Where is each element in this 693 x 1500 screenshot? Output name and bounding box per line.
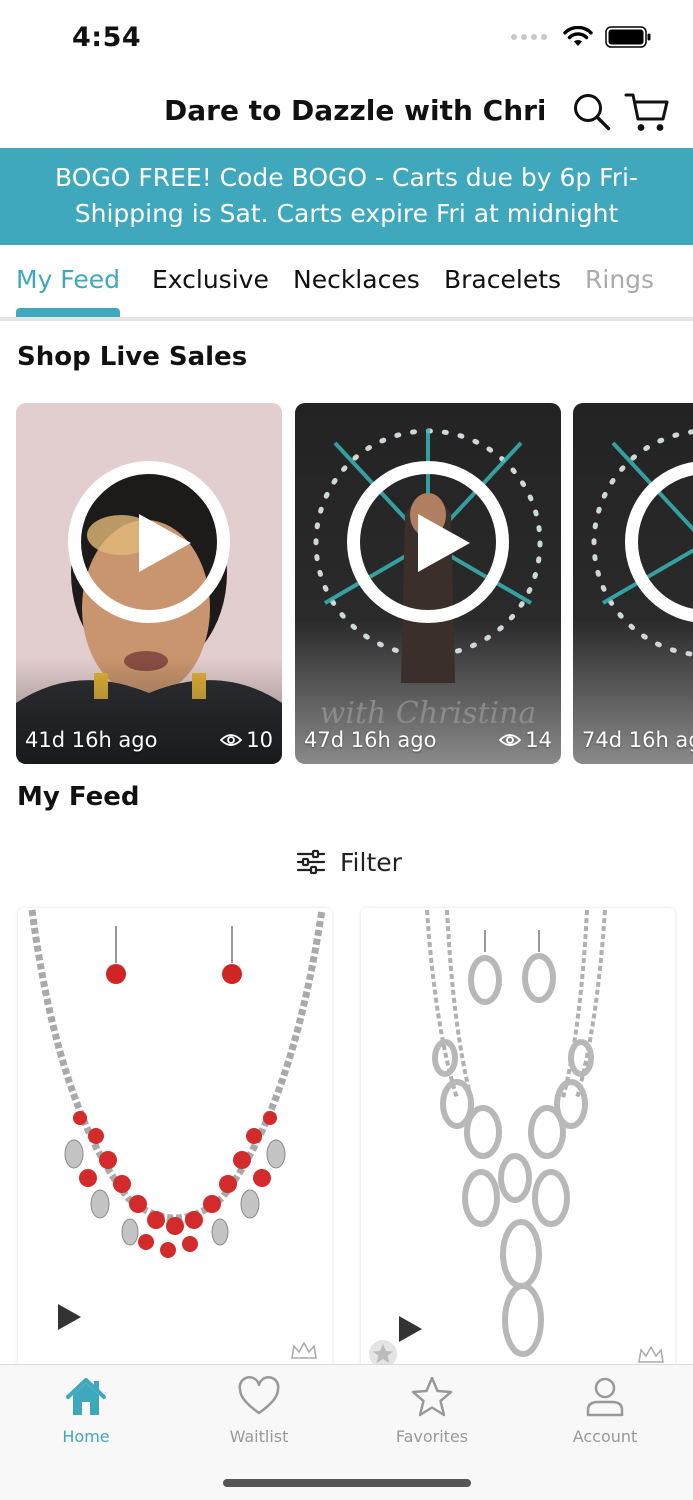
active-tab-indicator: [16, 308, 120, 317]
nav-waitlist[interactable]: Waitlist: [199, 1375, 319, 1446]
crown-logo-icon: [638, 1345, 664, 1363]
product-image-silver-necklace: [425, 909, 607, 1357]
live-sales-title: Shop Live Sales: [17, 342, 248, 372]
crown-logo-icon: [291, 1341, 317, 1359]
eye-icon: [220, 734, 243, 746]
search-icon[interactable]: [572, 92, 612, 132]
svg-text:with Christina: with Christina: [320, 696, 537, 731]
battery-icon: [605, 26, 651, 48]
home-icon: [66, 1378, 106, 1415]
live-sale-age: 41d 16h ago: [25, 728, 158, 752]
heart-icon: [238, 1376, 280, 1415]
live-sale-views: 14: [499, 728, 552, 752]
cellular-signal-icon: [511, 34, 547, 40]
live-sale-views: 10: [220, 728, 273, 752]
play-icon[interactable]: [68, 461, 230, 623]
status-icons: [511, 26, 651, 48]
nav-home-label: Home: [62, 1427, 110, 1446]
filter-button[interactable]: Filter: [296, 843, 402, 881]
account-icon: [586, 1377, 624, 1417]
tab-exclusive[interactable]: Exclusive: [152, 265, 269, 294]
wifi-icon: [563, 26, 593, 46]
star-icon: [411, 1376, 453, 1417]
live-sale-card[interactable]: with Christina 47d 16h ago 14: [295, 403, 561, 764]
promo-text: BOGO FREE! Code BOGO - Carts due by 6p F…: [54, 163, 638, 228]
play-icon[interactable]: [58, 1304, 81, 1330]
nav-home[interactable]: Home: [26, 1375, 146, 1446]
live-sale-age: 47d 16h ago: [304, 728, 437, 752]
tab-bracelets[interactable]: Bracelets: [444, 265, 561, 294]
cart-icon[interactable]: [624, 90, 670, 134]
nav-account[interactable]: Account: [545, 1375, 665, 1446]
product-card[interactable]: [361, 908, 675, 1378]
play-icon[interactable]: [347, 461, 509, 623]
status-bar: 4:54: [0, 0, 693, 80]
nav-account-label: Account: [572, 1427, 638, 1446]
home-indicator: [223, 1479, 471, 1487]
live-sale-age: 74d 16h ago: [582, 728, 693, 752]
nav-favorites-label: Favorites: [395, 1427, 469, 1446]
tab-my-feed[interactable]: My Feed: [16, 265, 120, 294]
tab-rings[interactable]: Rings: [585, 265, 654, 294]
category-tabs: My Feed Exclusive Necklaces Bracelets Ri…: [0, 245, 693, 321]
view-count: 10: [246, 728, 273, 752]
filter-label: Filter: [340, 847, 402, 877]
live-sale-card[interactable]: 74d 16h ago: [573, 403, 693, 764]
eye-icon: [499, 734, 522, 746]
product-card[interactable]: [18, 908, 332, 1378]
nav-waitlist-label: Waitlist: [229, 1427, 289, 1446]
promo-banner[interactable]: BOGO FREE! Code BOGO - Carts due by 6p F…: [0, 148, 693, 245]
play-icon[interactable]: [399, 1316, 422, 1342]
filter-sliders-icon: [296, 849, 326, 875]
nav-favorites[interactable]: Favorites: [372, 1375, 492, 1446]
feed-title: My Feed: [17, 782, 140, 812]
store-title: Dare to Dazzle with Chri...: [164, 94, 544, 127]
view-count: 14: [525, 728, 552, 752]
app-header: Dare to Dazzle with Chri...: [0, 80, 693, 148]
tab-necklaces[interactable]: Necklaces: [293, 265, 420, 294]
status-time: 4:54: [72, 22, 142, 53]
live-sale-card[interactable]: 41d 16h ago 10: [16, 403, 282, 764]
